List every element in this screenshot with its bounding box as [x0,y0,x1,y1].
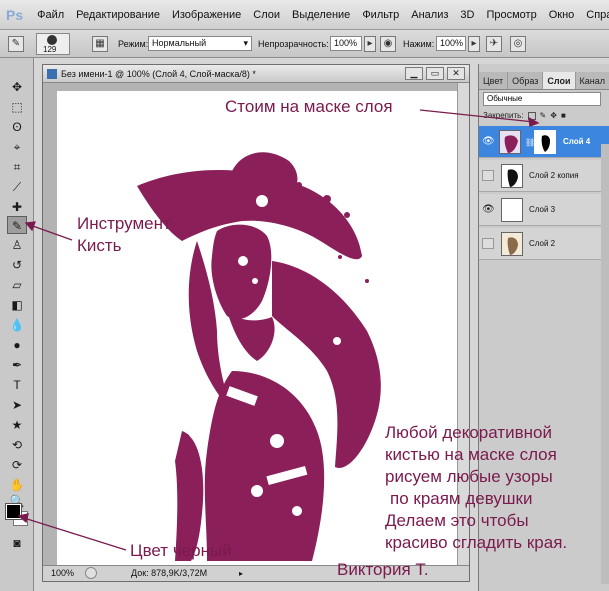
annotation-mask: Стоим на маске слоя [225,97,393,116]
color-arrowhead [17,513,29,524]
annotation-author: Виктория Т. [337,560,429,579]
annotation-tool-line1: Инструмент [77,214,171,233]
annotation-note-line: Делаем это чтобы [385,511,529,530]
annotation-note-line: рисуем любые узоры [385,467,553,486]
annotation-note-line: по краям девушки [390,489,533,508]
annotation-note-line: красиво сгладить края. [385,533,568,552]
annotation-note-line: Любой декоративной [385,423,552,442]
annotation-note-line: кистью на маске слоя [385,445,557,464]
annotation-tool-line2: Кисть [77,236,122,255]
tool-arrowhead [24,221,36,232]
mask-arrow [419,109,535,123]
annotation-color: Цвет черный [130,541,232,560]
tool-arrow [29,224,73,241]
color-arrow [23,517,127,551]
mask-arrowhead [528,116,540,127]
